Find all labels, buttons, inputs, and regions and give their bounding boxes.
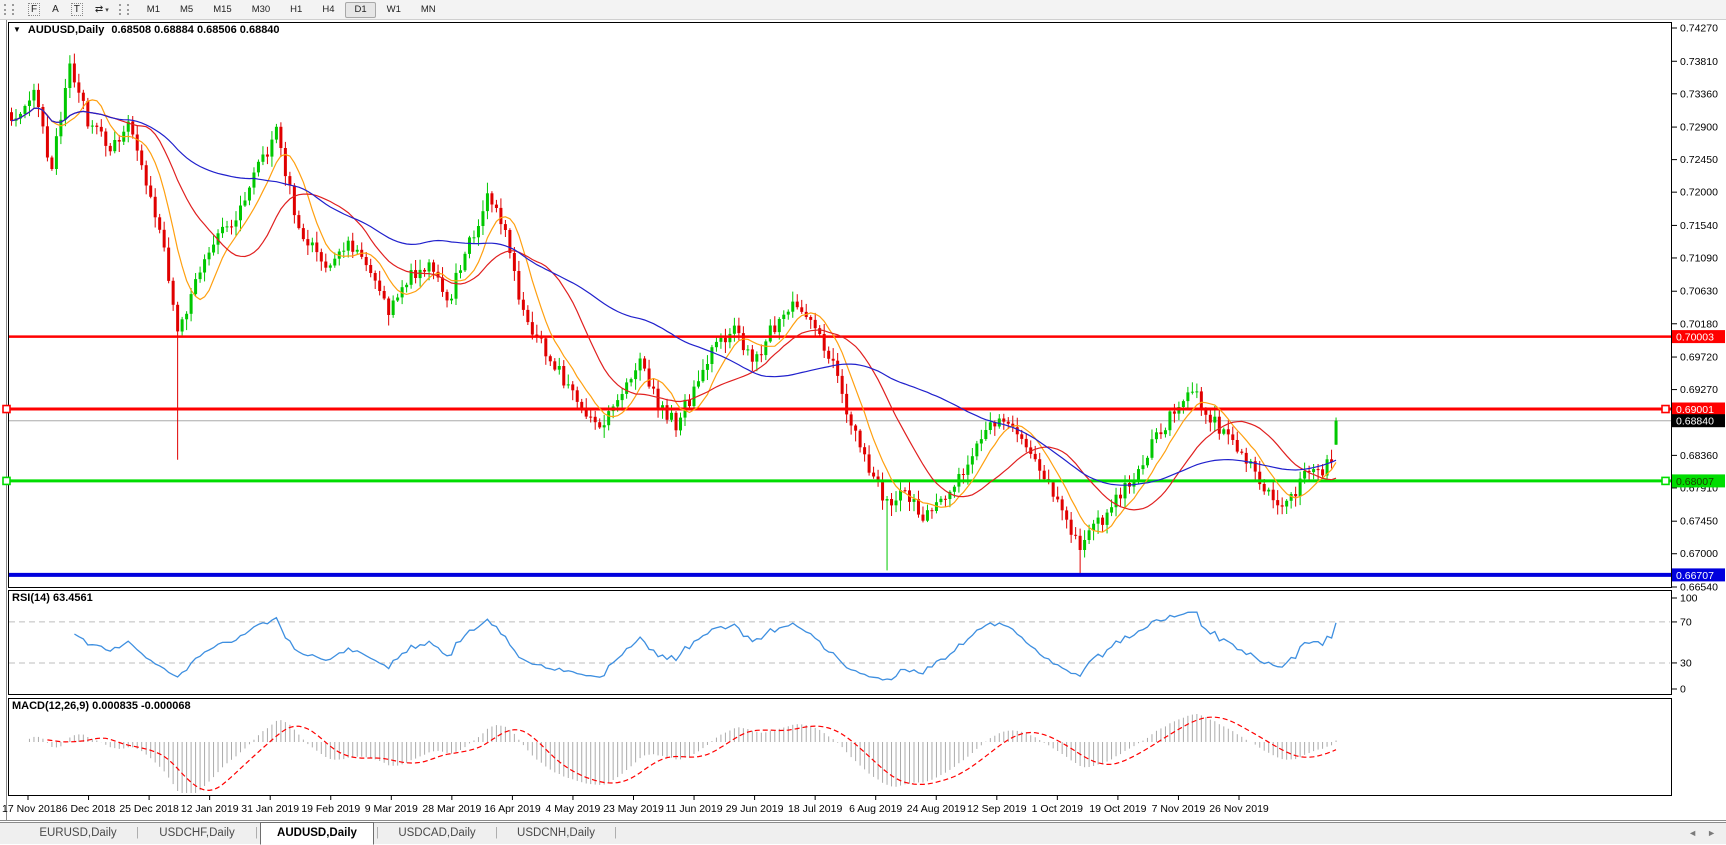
tab-scroll-arrows: ◄ ►	[1688, 828, 1716, 838]
hline-handle[interactable]	[1662, 406, 1669, 413]
date-tick-label: 6 Aug 2019	[849, 803, 902, 815]
date-tick-label: 12 Jan 2019	[181, 803, 239, 815]
toolbar-grip[interactable]	[4, 4, 14, 15]
date-tick-label: 24 Aug 2019	[907, 803, 966, 815]
tab-separator: |	[493, 823, 500, 844]
timeframe-m30-button[interactable]: M30	[243, 2, 279, 18]
main-chart-frame	[9, 23, 1672, 588]
price-tick-label: 0.74270	[1680, 23, 1718, 35]
date-tick-label: 9 Mar 2019	[365, 803, 418, 815]
svg-text:0.68007: 0.68007	[1676, 476, 1714, 488]
template-f-icon[interactable]: F	[22, 2, 46, 17]
timeframe-h1-button[interactable]: H1	[281, 2, 311, 18]
template-f-icon: F	[28, 3, 40, 16]
tab-usdcad[interactable]: USDCAD,Daily	[381, 823, 493, 844]
macd-panel-frame	[9, 699, 1672, 796]
chart-title: ▼ AUDUSD,Daily 0.68508 0.68884 0.68506 0…	[13, 24, 280, 36]
chart-canvas[interactable]: 0.74270 0.73810 0.73360 0.72900 0.72450 0.720…	[0, 0, 1726, 822]
arrange-arrows-icon: ⇄	[95, 4, 103, 15]
date-tick-label: 18 Jul 2019	[788, 803, 842, 815]
hline-handle[interactable]	[3, 406, 10, 413]
date-tick-label: 17 Nov 2018	[2, 803, 62, 815]
tab-eurusd[interactable]: EURUSD,Daily	[22, 823, 134, 844]
collapse-triangle-icon[interactable]: ▼	[13, 26, 21, 34]
date-tick-label: 7 Nov 2019	[1152, 803, 1206, 815]
price-tick-label: 0.71540	[1680, 220, 1718, 232]
tab-separator: |	[374, 823, 381, 844]
price-tick-label: 0.70630	[1680, 286, 1718, 298]
rsi-tick-label: 30	[1680, 657, 1692, 669]
price-tick-label: 0.72900	[1680, 122, 1718, 134]
timeframe-m1-button[interactable]: M1	[138, 2, 169, 18]
date-tick-label: 26 Nov 2019	[1209, 803, 1269, 815]
price-tick-label: 0.69720	[1680, 352, 1718, 364]
rsi-tick-label: 70	[1680, 616, 1692, 628]
date-tick-label: 28 Mar 2019	[422, 803, 481, 815]
timeframe-h4-button[interactable]: H4	[313, 2, 343, 18]
chart-ohlc-values: 0.68508 0.68884 0.68506 0.68840	[111, 24, 279, 36]
price-tick-label: 0.72450	[1680, 154, 1718, 166]
price-tick-label: 0.71090	[1680, 252, 1718, 264]
timeframe-d1-button[interactable]: D1	[345, 2, 375, 18]
svg-text:0.66707: 0.66707	[1676, 570, 1714, 582]
arrange-arrows-icon[interactable]: ⇄▾	[89, 2, 115, 17]
date-tick-label: 4 May 2019	[546, 803, 601, 815]
price-tick-label: 0.72000	[1680, 187, 1718, 199]
tab-scroll-right-icon[interactable]: ►	[1707, 828, 1716, 838]
date-tick-label: 6 Dec 2018	[62, 803, 116, 815]
price-axis[interactable]: 0.74270 0.73810 0.73360 0.72900 0.72450 0.720…	[1672, 23, 1718, 696]
svg-text:0.70003: 0.70003	[1676, 332, 1714, 344]
date-tick-label: 11 Jun 2019	[666, 803, 723, 815]
svg-text:0.68840: 0.68840	[1676, 416, 1714, 428]
date-tick-label: 23 May 2019	[603, 803, 664, 815]
date-tick-label: 12 Sep 2019	[967, 803, 1027, 815]
date-tick-label: 25 Dec 2018	[119, 803, 179, 815]
annotate-text-a-icon: A	[52, 4, 59, 15]
timeframe-m15-button[interactable]: M15	[204, 2, 240, 18]
date-tick-label: 29 Jun 2019	[726, 803, 784, 815]
timeframe-m5-button[interactable]: M5	[171, 2, 202, 18]
tab-scroll-left-icon[interactable]: ◄	[1688, 828, 1697, 838]
annotate-text-a-icon[interactable]: A	[46, 2, 65, 17]
top-toolbar: F A T ⇄▾ M1M5M15M30H1H4D1W1MN	[0, 0, 1726, 20]
text-box-icon[interactable]: T	[65, 2, 89, 17]
macd-indicator-label: MACD(12,26,9) 0.000835 -0.000068	[12, 700, 191, 712]
rsi-indicator-label: RSI(14) 63.4561	[12, 592, 93, 604]
rsi-tick-label: 0	[1680, 684, 1686, 696]
price-tick-label: 0.67000	[1680, 548, 1718, 560]
date-tick-label: 16 Apr 2019	[484, 803, 541, 815]
dropdown-caret-icon[interactable]: ▾	[105, 6, 109, 14]
hline-handle[interactable]	[1662, 477, 1669, 484]
price-tick-label: 0.73360	[1680, 88, 1718, 100]
tab-audusd[interactable]: AUDUSD,Daily	[260, 822, 374, 845]
date-tick-label: 19 Feb 2019	[301, 803, 360, 815]
timeframe-mn-button[interactable]: MN	[412, 2, 445, 18]
price-tick-label: 0.68360	[1680, 450, 1718, 462]
chart-symbol-label: AUDUSD,Daily	[28, 24, 104, 36]
hline-handle[interactable]	[3, 477, 10, 484]
date-tick-label: 31 Jan 2019	[241, 803, 299, 815]
rsi-panel-frame	[9, 591, 1672, 695]
toolbar-tools: F A T ⇄▾	[22, 2, 115, 17]
price-tick-label: 0.73810	[1680, 56, 1718, 68]
tab-separator: |	[612, 823, 619, 844]
rsi-tick-label: 100	[1680, 593, 1698, 605]
timeframe-w1-button[interactable]: W1	[378, 2, 410, 18]
price-tick-label: 0.70180	[1680, 318, 1718, 330]
tab-separator: |	[253, 823, 260, 844]
text-box-icon: T	[71, 3, 83, 16]
price-tick-label: 0.69270	[1680, 384, 1718, 396]
tab-usdcnh[interactable]: USDCNH,Daily	[500, 823, 612, 844]
date-tick-label: 19 Oct 2019	[1089, 803, 1146, 815]
toolbar-timeframes: M1M5M15M30H1H4D1W1MN	[137, 2, 446, 18]
chart-tabs: EURUSD,Daily|USDCHF,Daily|AUDUSD,Daily|U…	[0, 822, 1726, 844]
tab-usdchf[interactable]: USDCHF,Daily	[141, 823, 253, 844]
date-tick-label: 1 Oct 2019	[1032, 803, 1084, 815]
price-tick-label: 0.67450	[1680, 516, 1718, 528]
toolbar-separator	[119, 4, 129, 15]
date-axis[interactable]: 17 Nov 20186 Dec 201825 Dec 201812 Jan 2…	[2, 795, 1269, 815]
tab-separator: |	[134, 823, 141, 844]
